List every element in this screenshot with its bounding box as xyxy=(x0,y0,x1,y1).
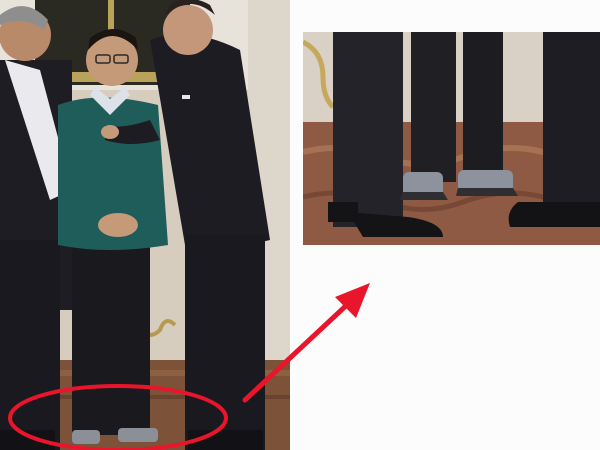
main-photo xyxy=(0,0,290,450)
shoes-left xyxy=(0,430,55,450)
inset-photo-illustration xyxy=(303,32,600,245)
shoes-right xyxy=(188,430,263,450)
main-photo-illustration xyxy=(0,0,290,450)
inset-photo xyxy=(303,32,600,245)
